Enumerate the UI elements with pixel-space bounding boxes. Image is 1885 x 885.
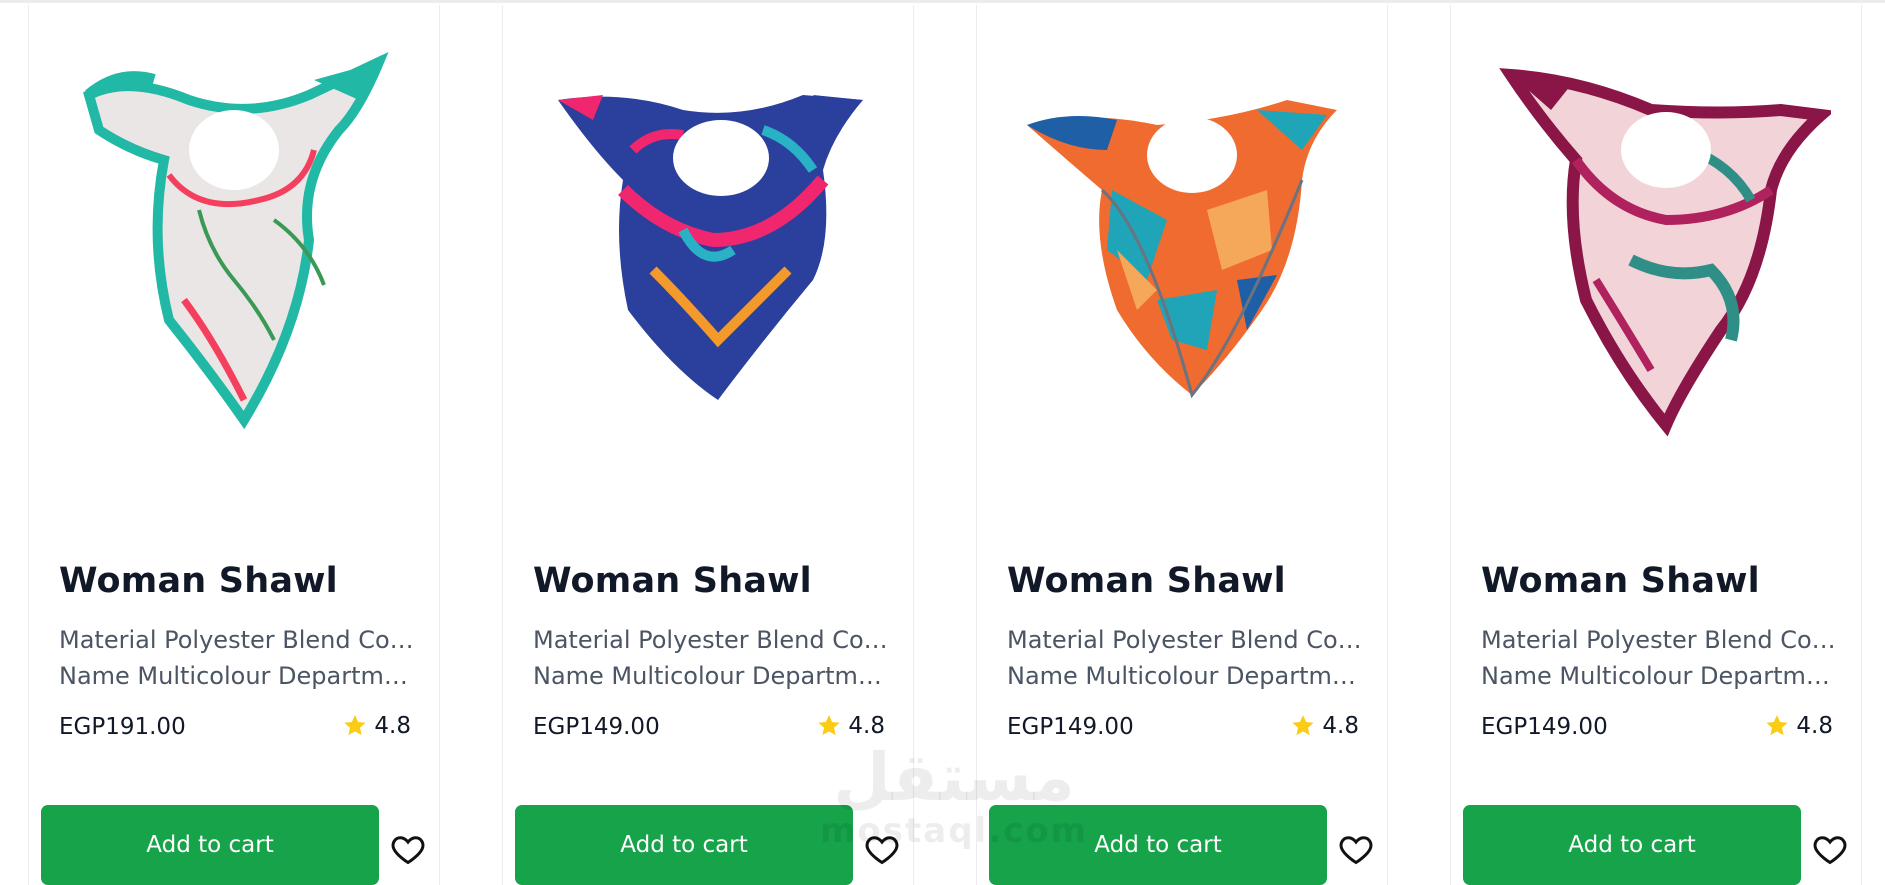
watermark-latin: mostaql.com: [820, 811, 1089, 851]
wishlist-button[interactable]: [389, 831, 427, 867]
description-line: Name Multicolour Department…: [1481, 662, 1836, 690]
product-price: EGP149.00: [1007, 714, 1134, 740]
product-description: Material Polyester Blend Colour Name Mul…: [1007, 622, 1362, 696]
product-title[interactable]: Woman Shawl: [59, 561, 338, 601]
star-icon: [344, 715, 367, 736]
product-description: Material Polyester Blend Colour Name Mul…: [1481, 622, 1836, 696]
product-rating: 4.8: [1290, 713, 1359, 739]
wishlist-button[interactable]: [1337, 831, 1375, 867]
heart-icon: [391, 836, 425, 865]
product-rating: 4.8: [1764, 713, 1833, 739]
star-icon: [1766, 715, 1789, 736]
watermark: مستقل mostaql.com: [820, 739, 1089, 852]
product-description: Material Polyester Blend Colour Name Mul…: [533, 622, 888, 696]
product-image[interactable]: [59, 40, 409, 440]
add-to-cart-button[interactable]: Add to cart: [1463, 805, 1801, 885]
heart-icon: [1339, 836, 1373, 865]
scarf-image: [83, 51, 389, 430]
product-rating: 4.8: [816, 713, 885, 739]
product-card[interactable]: Woman Shawl Material Polyester Blend Col…: [1450, 5, 1862, 885]
product-price: EGP149.00: [533, 714, 660, 740]
description-line: Name Multicolour Department…: [59, 662, 414, 690]
rating-value: 4.8: [848, 713, 885, 739]
description-line: Name Multicolour Department…: [1007, 662, 1362, 690]
product-price: EGP191.00: [59, 714, 186, 740]
description-line: Material Polyester Blend Colour: [1007, 626, 1362, 654]
product-image[interactable]: [1481, 40, 1831, 440]
add-to-cart-button[interactable]: Add to cart: [41, 805, 379, 885]
rating-value: 4.8: [1796, 713, 1833, 739]
product-title[interactable]: Woman Shawl: [1007, 561, 1286, 601]
product-title[interactable]: Woman Shawl: [533, 561, 812, 601]
scarf-image: [1027, 100, 1337, 399]
product-rating: 4.8: [342, 713, 411, 739]
heart-icon: [1813, 836, 1847, 865]
star-icon: [818, 715, 841, 736]
star-icon: [1292, 715, 1315, 736]
scarf-image: [558, 95, 863, 400]
product-title[interactable]: Woman Shawl: [1481, 561, 1760, 601]
product-price: EGP149.00: [1481, 714, 1608, 740]
product-image[interactable]: [1007, 40, 1357, 440]
description-line: Material Polyester Blend Colour: [1481, 626, 1836, 654]
rating-value: 4.8: [1322, 713, 1359, 739]
scarf-image: [1499, 68, 1831, 437]
description-line: Material Polyester Blend Colour: [533, 626, 888, 654]
add-to-cart-button[interactable]: Add to cart: [515, 805, 853, 885]
product-image[interactable]: [533, 40, 883, 440]
product-description: Material Polyester Blend Colour Name Mul…: [59, 622, 414, 696]
description-line: Material Polyester Blend Colour: [59, 626, 414, 654]
watermark-arabic: مستقل: [833, 739, 1075, 816]
product-card[interactable]: Woman Shawl Material Polyester Blend Col…: [28, 5, 440, 885]
wishlist-button[interactable]: [1811, 831, 1849, 867]
rating-value: 4.8: [374, 713, 411, 739]
description-line: Name Multicolour Department…: [533, 662, 888, 690]
